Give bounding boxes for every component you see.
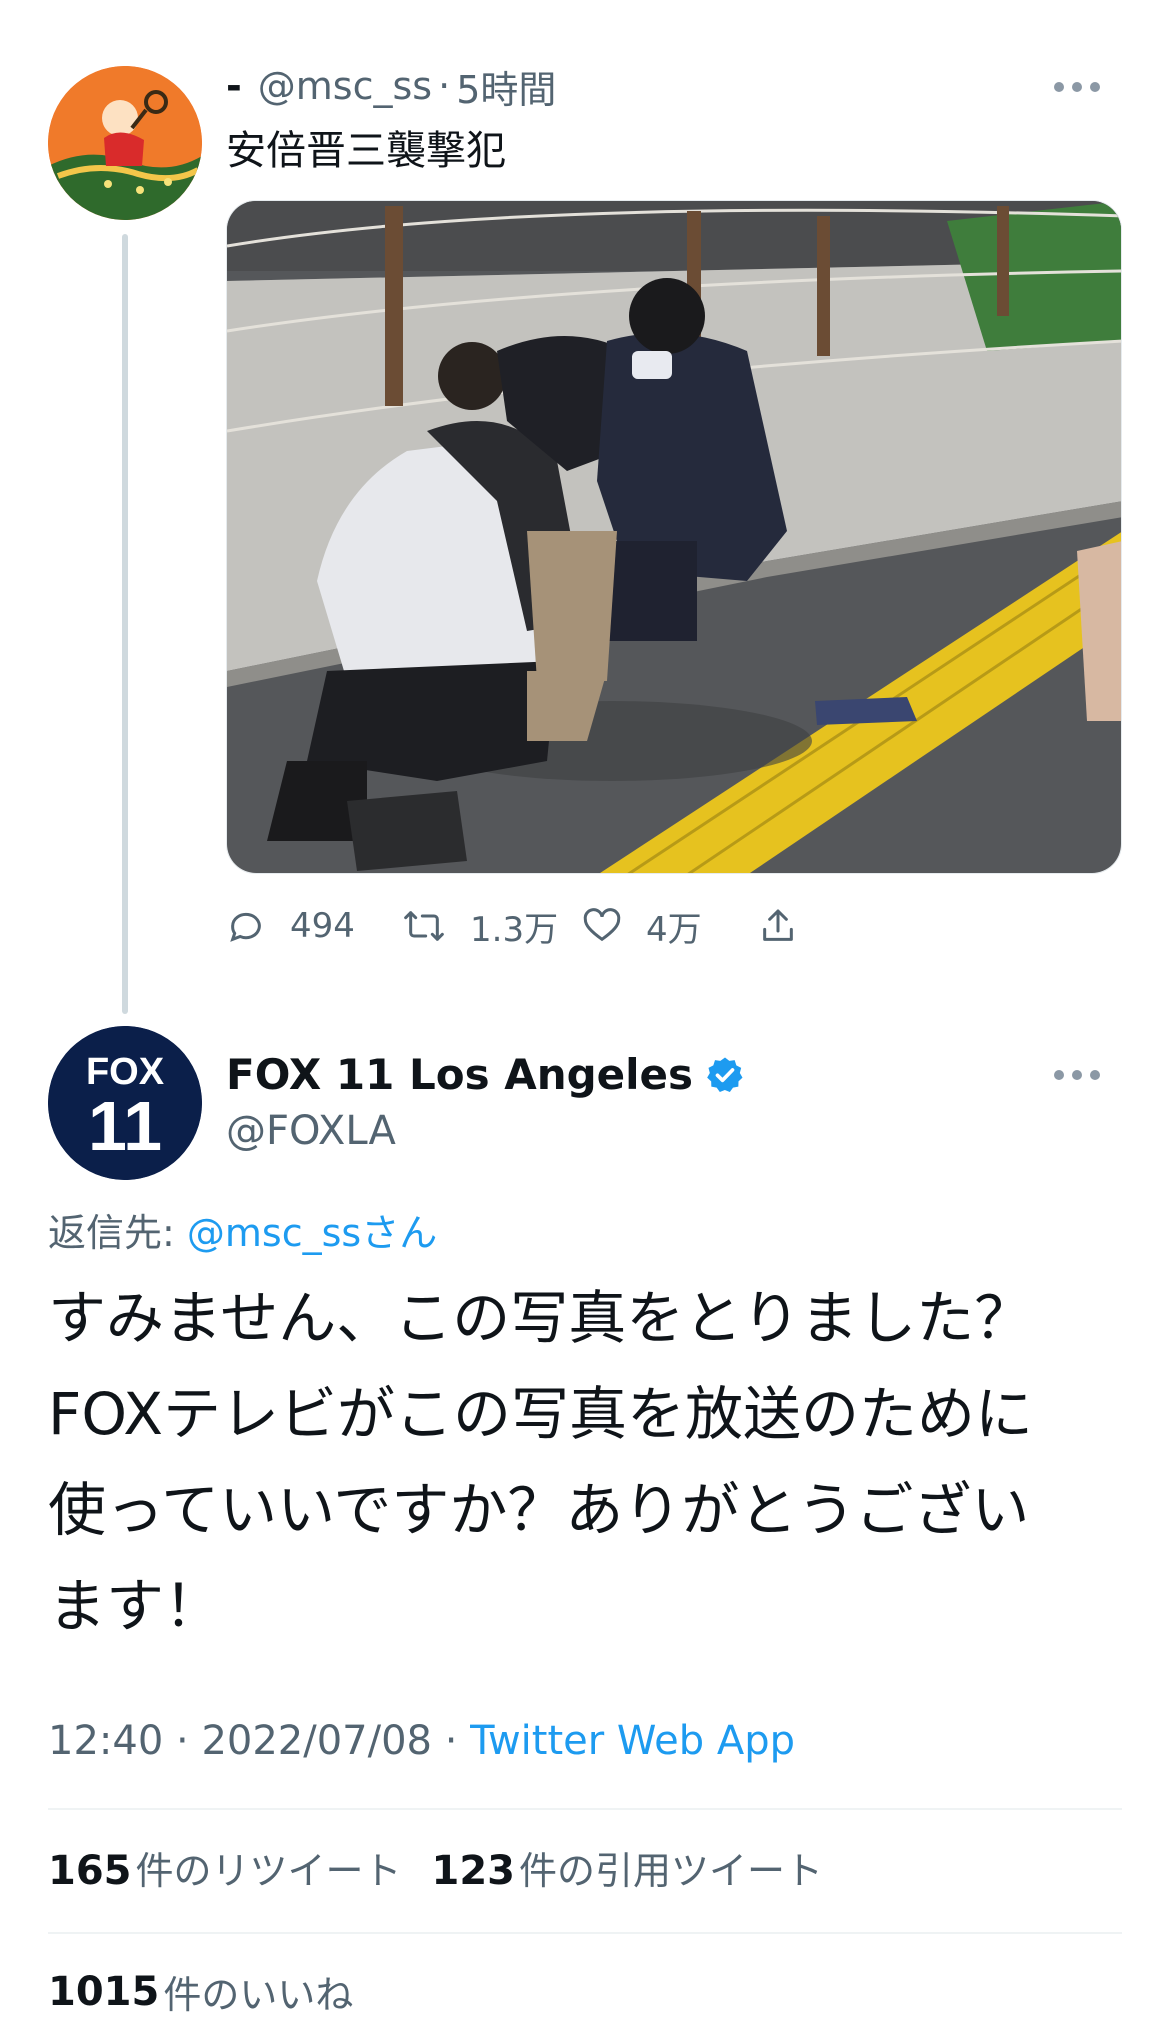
retweets-stat[interactable]: 165 件のリツイート (48, 1840, 402, 1895)
reply-text-line: すみません、この写真をとりました？ (48, 1284, 1033, 1352)
more-icon[interactable] (1054, 1068, 1100, 1082)
foxla-avatar[interactable]: FOX 11 (48, 1026, 202, 1180)
reply-to-handle-link[interactable]: @msc_ss (187, 1211, 361, 1255)
reply-text-line: ます！ (48, 1572, 223, 1640)
reply-to-label: 返信先: (48, 1211, 175, 1255)
header-separator: · (438, 64, 451, 108)
divider (48, 1932, 1122, 1934)
source-app-link[interactable]: Twitter Web App (470, 1718, 795, 1764)
reply-handle[interactable]: @FOXLA (226, 1108, 396, 1154)
retweet-button[interactable]: 1.3万 (402, 896, 558, 956)
engagement-stats-row: 165 件のリツイート 123 件の引用ツイート (48, 1840, 823, 1895)
divider (48, 1808, 1122, 1810)
reply-text-line: 使っていいですか？ありがとうござい (48, 1476, 1030, 1544)
quotes-label: 件の引用ツイート (519, 1849, 824, 1893)
likes-count: 1015 (48, 1968, 160, 2015)
retweets-label: 件のリツイート (135, 1849, 402, 1893)
share-button[interactable] (758, 896, 822, 956)
reply-text-line: FOXテレビがこの写真を放送のために (48, 1380, 1034, 1448)
more-icon[interactable] (1054, 80, 1100, 94)
reply-to-suffix[interactable]: さん (361, 1211, 437, 1255)
likes-label: 件のいいね (163, 1973, 354, 2017)
thread-connector-line (122, 234, 128, 1014)
quotes-count: 123 (431, 1848, 516, 1894)
tweet-date[interactable]: 2022/07/08 (201, 1718, 432, 1764)
reply-button[interactable]: 494 (226, 896, 355, 956)
tweet-photo[interactable] (226, 200, 1122, 874)
verified-badge-icon (707, 1057, 743, 1092)
reply-count: 494 (290, 906, 355, 946)
like-button[interactable]: 4万 (582, 896, 702, 956)
reply-display-name-row[interactable]: FOX 11 Los Angeles (226, 1050, 745, 1099)
retweet-icon (404, 911, 444, 941)
parent-timestamp[interactable]: 5時間 (456, 59, 556, 114)
retweets-count: 165 (48, 1848, 132, 1894)
meta-separator: · (176, 1718, 189, 1764)
reply-tweet-text: すみません、この写真をとりました？ FOXテレビがこの写真を放送のために 使って… (48, 1270, 1128, 1654)
reply-to-line: 返信先: @msc_ssさん (48, 1202, 437, 1257)
reply-icon (230, 912, 261, 942)
parent-tweet-text: 安倍晋三襲撃犯 (226, 128, 506, 174)
like-count: 4万 (646, 909, 702, 950)
tweet-meta: 12:40 · 2022/07/08 · Twitter Web App (48, 1718, 795, 1764)
parent-display-name[interactable]: - (226, 64, 242, 108)
avatar-logo-bottom: 11 (88, 1087, 162, 1165)
reply-display-name[interactable]: FOX 11 Los Angeles (226, 1050, 693, 1099)
like-icon (583, 908, 621, 942)
meta-separator: · (444, 1718, 458, 1764)
parent-handle[interactable]: @msc_ss (258, 64, 432, 108)
retweet-count: 1.3万 (470, 909, 559, 950)
msc-ss-avatar[interactable] (48, 66, 202, 220)
tweet-time[interactable]: 12:40 (48, 1718, 163, 1764)
share-icon (763, 909, 793, 941)
quotes-stat[interactable]: 123 件の引用ツイート (432, 1840, 824, 1895)
likes-stat-row[interactable]: 1015 件のいいね (48, 1964, 353, 2019)
parent-tweet-header: - @msc_ss · 5時間 (226, 62, 556, 112)
tweet-thread: - @msc_ss · 5時間 安倍晋三襲撃犯 494 1.3万 4万 FOX … (0, 0, 1170, 2033)
parent-tweet-actions: 494 1.3万 4万 (226, 896, 986, 956)
